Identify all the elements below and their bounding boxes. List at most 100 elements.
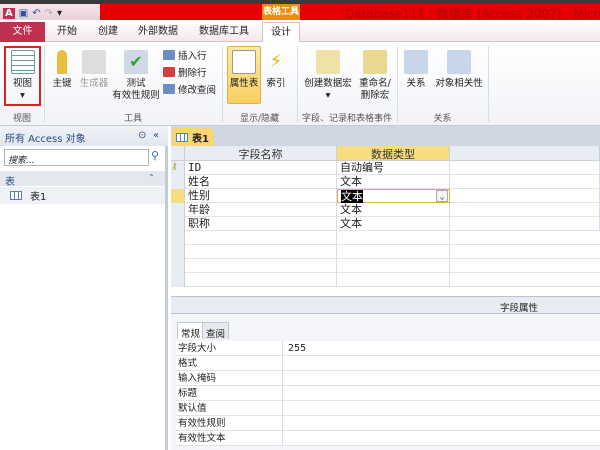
table-icon bbox=[10, 191, 22, 200]
description-cell[interactable] bbox=[450, 161, 600, 175]
property-label: 默认值 bbox=[178, 401, 283, 416]
redo-icon[interactable]: ↷ bbox=[45, 8, 53, 19]
data-type-cell[interactable]: 文本 bbox=[337, 217, 450, 231]
insert-row-icon bbox=[163, 50, 175, 60]
empty-row[interactable] bbox=[171, 231, 600, 245]
object-dependencies-button[interactable]: 对象相关性 bbox=[433, 50, 485, 90]
property-row[interactable]: 输入掩码 bbox=[176, 371, 600, 386]
property-row[interactable]: 字段大小 255 bbox=[176, 341, 600, 356]
table-row[interactable]: ⚷ ID 自动编号 bbox=[171, 161, 600, 175]
rename-delete-macro-button[interactable]: 重命名/删除宏 bbox=[355, 50, 395, 102]
tab-external-data[interactable]: 外部数据 bbox=[133, 22, 183, 42]
modify-lookups-button[interactable]: 修改查阅 bbox=[163, 82, 216, 96]
view-button[interactable]: 视图 ▾ bbox=[6, 50, 39, 102]
dropdown-arrow-icon[interactable]: ⌄ bbox=[436, 190, 448, 202]
property-row[interactable]: 标题 bbox=[176, 386, 600, 401]
macro-icon bbox=[316, 50, 340, 74]
row-selector[interactable] bbox=[171, 245, 185, 259]
row-selector[interactable] bbox=[171, 217, 185, 231]
modify-lookups-icon bbox=[163, 84, 175, 94]
undo-icon[interactable]: ↶ bbox=[32, 8, 40, 19]
row-selector[interactable] bbox=[171, 231, 185, 245]
tab-home[interactable]: 开始 bbox=[52, 22, 82, 42]
data-type-cell[interactable] bbox=[337, 259, 450, 273]
tab-database-tools[interactable]: 数据库工具 bbox=[195, 22, 253, 42]
field-name-cell[interactable]: 姓名 bbox=[185, 175, 337, 189]
field-name-cell[interactable] bbox=[185, 245, 337, 259]
test-validation-rules-button[interactable]: ✔ 测试 有效性规则 bbox=[110, 50, 162, 102]
data-type-cell[interactable]: 文本 ⌄ bbox=[337, 189, 450, 203]
nav-search-input[interactable]: 搜索... bbox=[4, 149, 149, 166]
lightning-icon: ⚡ bbox=[269, 51, 283, 72]
nav-menu-icon[interactable]: ⊙ bbox=[138, 130, 146, 141]
description-cell[interactable] bbox=[450, 175, 600, 189]
indexes-button[interactable]: ⚡ 索引 bbox=[263, 50, 289, 90]
test-label-1: 测试 bbox=[126, 78, 146, 89]
builder-button[interactable]: 生成器 bbox=[78, 50, 110, 90]
delete-row-button[interactable]: 删除行 bbox=[163, 65, 207, 79]
rename-label-1: 重命名/ bbox=[359, 78, 391, 89]
doc-tab-label: 表1 bbox=[192, 133, 209, 145]
data-type-cell[interactable] bbox=[337, 245, 450, 259]
select-all-corner[interactable] bbox=[171, 146, 185, 161]
row-selector[interactable] bbox=[171, 259, 185, 273]
nav-item-table1[interactable]: 表1 bbox=[0, 187, 165, 204]
data-type-cell[interactable]: 自动编号 bbox=[337, 161, 450, 175]
rename-label-2: 删除宏 bbox=[360, 90, 390, 101]
row-selector[interactable] bbox=[171, 175, 185, 189]
tab-design[interactable]: 设计 bbox=[262, 22, 300, 43]
description-cell[interactable] bbox=[450, 203, 600, 217]
description-cell[interactable] bbox=[450, 189, 600, 203]
primary-key-button[interactable]: 主键 bbox=[48, 50, 76, 90]
nav-pane-header[interactable]: 所有 Access 对象 ⊙ « bbox=[0, 126, 168, 146]
doc-tab-table1[interactable]: 表1 bbox=[172, 128, 214, 146]
create-macro-label: 创建数据宏 bbox=[304, 78, 352, 89]
field-name-cell[interactable] bbox=[185, 259, 337, 273]
property-label: 有效性规则 bbox=[178, 416, 283, 431]
empty-row[interactable] bbox=[171, 259, 600, 273]
header-data-type: 数据类型 bbox=[337, 146, 450, 161]
data-type-cell[interactable] bbox=[337, 231, 450, 245]
row-selector[interactable] bbox=[171, 189, 185, 203]
data-type-cell[interactable] bbox=[337, 273, 450, 287]
data-type-cell[interactable]: 文本 bbox=[337, 203, 450, 217]
row-selector[interactable]: ⚷ bbox=[171, 161, 185, 175]
field-name-cell[interactable] bbox=[185, 273, 337, 287]
insert-row-button[interactable]: 插入行 bbox=[163, 48, 207, 62]
tab-general[interactable]: 常规 bbox=[177, 322, 205, 340]
chevron-down-icon: ▾ bbox=[20, 90, 25, 101]
empty-row[interactable] bbox=[171, 245, 600, 259]
field-name-cell[interactable]: 年龄 bbox=[185, 203, 337, 217]
row-selector[interactable] bbox=[171, 273, 185, 287]
relationships-button[interactable]: 关系 bbox=[401, 50, 431, 90]
table-row[interactable]: 职称 文本 bbox=[171, 217, 600, 231]
property-row[interactable]: 默认值 bbox=[176, 401, 600, 416]
property-row[interactable]: 有效性文本 bbox=[176, 431, 600, 446]
field-name-cell[interactable]: 职称 bbox=[185, 217, 337, 231]
empty-row[interactable] bbox=[171, 273, 600, 287]
property-row[interactable]: 有效性规则 bbox=[176, 416, 600, 431]
customize-qat-icon[interactable]: ▾ bbox=[57, 8, 62, 19]
property-sheet-button[interactable]: 属性表 bbox=[227, 50, 261, 90]
data-type-value: 文本 bbox=[340, 217, 362, 230]
property-row[interactable]: 格式 bbox=[176, 356, 600, 371]
tab-create[interactable]: 创建 bbox=[92, 22, 124, 42]
field-name-cell[interactable] bbox=[185, 231, 337, 245]
row-selector[interactable] bbox=[171, 203, 185, 217]
field-name-cell[interactable]: 性别 bbox=[185, 189, 337, 203]
nav-group-tables[interactable]: 表 ⌃ bbox=[0, 171, 165, 188]
data-type-cell[interactable]: 文本 bbox=[337, 175, 450, 189]
description-cell[interactable] bbox=[450, 217, 600, 231]
field-name-cell[interactable]: ID bbox=[185, 161, 337, 175]
collapse-pane-icon[interactable]: « bbox=[153, 130, 159, 141]
table-row[interactable]: 性别 文本 ⌄ bbox=[171, 189, 600, 203]
tab-file[interactable]: 文件 bbox=[0, 22, 45, 42]
search-icon[interactable]: ⚲ bbox=[151, 149, 165, 166]
tab-lookup[interactable]: 查阅 bbox=[202, 322, 230, 340]
save-icon[interactable]: ▣ bbox=[19, 8, 28, 19]
create-data-macros-button[interactable]: 创建数据宏 ▾ bbox=[300, 50, 356, 102]
group-label-tools: 工具 bbox=[123, 114, 142, 124]
table-row[interactable]: 年龄 文本 bbox=[171, 203, 600, 217]
property-value[interactable]: 255 bbox=[288, 341, 306, 356]
table-row[interactable]: 姓名 文本 bbox=[171, 175, 600, 189]
